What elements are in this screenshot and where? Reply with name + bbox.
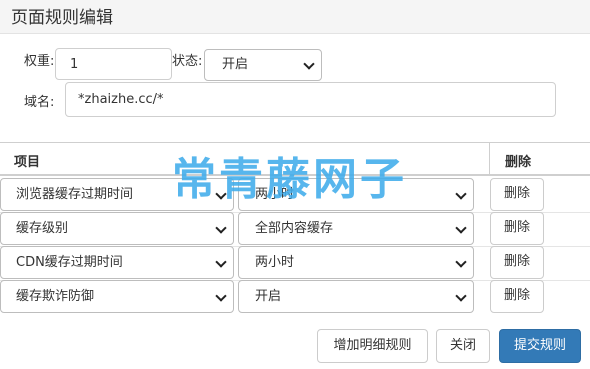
chevron-down-icon (455, 222, 467, 234)
chevron-down-icon (303, 58, 315, 70)
delete-row-button[interactable]: 删除 (490, 178, 544, 211)
status-select-value: 开启 (222, 57, 249, 72)
dialog-header: 页面规则编辑 (0, 0, 590, 34)
chevron-down-icon (455, 290, 467, 302)
delete-row-button[interactable]: 删除 (490, 246, 544, 279)
rule-value: 开启 (255, 289, 282, 304)
close-button[interactable]: 关闭 (436, 329, 490, 363)
rule-item-value: 缓存级别 (16, 221, 69, 236)
watermark-text: 常青藤网子 (172, 154, 407, 205)
rule-item-select[interactable]: 缓存欺诈防御 (0, 280, 234, 313)
column-header-item: 项目 (14, 155, 41, 170)
rule-value: 两小时 (255, 255, 295, 270)
status-label: 状态: (172, 54, 203, 69)
table-column-divider (489, 142, 490, 175)
rule-value-select[interactable]: 两小时 (238, 246, 474, 279)
rule-item-value: 浏览器缓存过期时间 (16, 187, 134, 202)
weight-label: 权重: (24, 54, 55, 69)
table-top-border (0, 142, 590, 143)
rule-value: 全部内容缓存 (255, 221, 334, 236)
rule-item-select[interactable]: 缓存级别 (0, 212, 234, 245)
chevron-down-icon (215, 222, 227, 234)
delete-row-button[interactable]: 删除 (490, 280, 544, 313)
status-select[interactable]: 开启 (204, 49, 322, 81)
domain-input[interactable]: *zhaizhe.cc/* (65, 82, 556, 117)
rule-item-value: 缓存欺诈防御 (16, 289, 95, 304)
chevron-down-icon (215, 290, 227, 302)
add-rule-button[interactable]: 增加明细规则 (317, 329, 428, 363)
chevron-down-icon (215, 256, 227, 268)
rule-value-select[interactable]: 全部内容缓存 (238, 212, 474, 245)
chevron-down-icon (455, 188, 467, 200)
dialog-title: 页面规则编辑 (11, 8, 113, 28)
rule-item-value: CDN缓存过期时间 (16, 255, 123, 270)
delete-row-button[interactable]: 删除 (490, 212, 544, 245)
chevron-down-icon (455, 256, 467, 268)
submit-rule-button[interactable]: 提交规则 (499, 329, 581, 363)
column-header-delete: 删除 (505, 155, 532, 170)
rule-value-select[interactable]: 开启 (238, 280, 474, 313)
rule-item-select[interactable]: CDN缓存过期时间 (0, 246, 234, 279)
domain-label: 域名: (24, 95, 55, 110)
weight-input[interactable]: 1 (55, 48, 172, 80)
